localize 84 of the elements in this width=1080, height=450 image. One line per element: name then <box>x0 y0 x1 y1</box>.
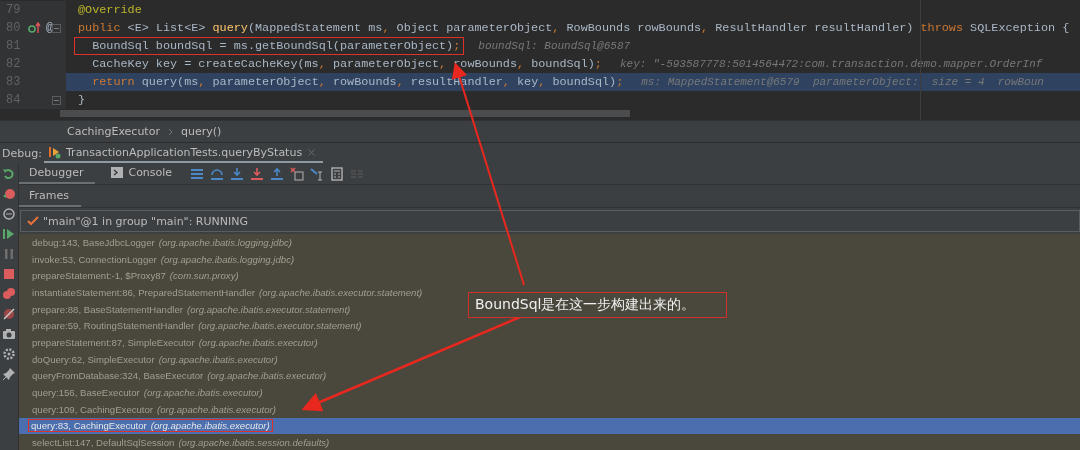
frame-method: selectList:147, DefaultSqlSession <box>32 437 175 449</box>
frame-method: prepare:59, RoutingStatementHandler <box>32 320 195 332</box>
fold-icon[interactable] <box>52 23 61 33</box>
frame-item[interactable]: doQuery:62, SimpleExecutor (org.apache.ibatis.executor) <box>29 352 281 366</box>
close-icon[interactable] <box>306 146 318 158</box>
camera-icon[interactable] <box>2 327 16 341</box>
frame-package: (org.apache.ibatis.executor.statement) <box>258 286 423 298</box>
frame-package: (org.apache.ibatis.executor.statement) <box>198 320 362 332</box>
override-icon[interactable] <box>28 22 42 34</box>
thread-dropdown[interactable]: "main"@1 in group "main": RUNNING <box>20 210 1080 232</box>
frame-item[interactable]: instantiateStatement:86, PreparedStatementHandler (org.apache.ibatis.executor.statement) <box>29 285 426 299</box>
breadcrumb-item[interactable]: CachingExecutor <box>67 125 160 138</box>
frame-package: (org.apache.ibatis.executor) <box>150 420 270 432</box>
fold-icon[interactable] <box>52 95 61 105</box>
frame-method: prepare:88, BaseStatementHandler <box>32 303 183 315</box>
inline-value-hint: boundSql: BoundSql@6587 <box>478 40 631 52</box>
rerun-icon[interactable] <box>2 167 16 181</box>
step-into-icon[interactable] <box>230 166 245 181</box>
frame-item[interactable]: query:109, CachingExecutor (org.apache.ibatis.executor) <box>29 402 279 416</box>
frame-item[interactable]: invoke:53, ConnectionLogger (org.apache.ibatis.logging.jdbc) <box>29 252 298 266</box>
mute-breakpoints-icon[interactable] <box>2 307 16 321</box>
code-line: CacheKey key = createCacheKey(ms, parameterObject, rowBounds, boundSql); <box>91 56 603 73</box>
debug-session-tab[interactable]: TransactionApplicationTests.queryByStatus <box>44 143 324 163</box>
frame-method: query:109, CachingExecutor <box>32 403 154 415</box>
frame-method: prepareStatement:-1, $Proxy87 <box>32 270 166 282</box>
selected-frame-row[interactable]: query:83, CachingExecutor (org.apache.ibatis.executor) <box>19 417 1080 435</box>
frame-package: (org.apache.ibatis.executor) <box>157 403 276 415</box>
frame-item[interactable]: query:156, BaseExecutor (org.apache.ibatis.executor) <box>29 386 266 400</box>
pin-icon[interactable] <box>2 367 16 381</box>
chevron-icon <box>167 127 173 136</box>
menu-icon[interactable] <box>190 166 205 181</box>
frame-item[interactable]: prepare:88, BaseStatementHandler (org.apache.ibatis.executor.statement) <box>29 302 354 316</box>
frame-method: prepareStatement:87, SimpleExecutor <box>32 336 195 348</box>
frame-item[interactable]: query:83, CachingExecutor (org.apache.ibatis.executor) <box>28 419 273 433</box>
frame-item[interactable]: selectList:147, DefaultSqlSession (org.apache.ibatis.session.defaults) <box>29 436 333 450</box>
frame-package: (com.sun.proxy) <box>169 270 239 282</box>
code-line: @Override <box>77 2 143 19</box>
inline-value-hint: ms: MappedStatement@6579 parameterObject: size = 4 rowBoun <box>641 76 1044 88</box>
code-line: } <box>77 92 87 109</box>
run-to-cursor-icon[interactable] <box>310 166 325 181</box>
force-step-into-icon[interactable] <box>250 166 265 181</box>
frame-method: query:156, BaseExecutor <box>32 387 140 399</box>
test-run-icon <box>48 145 62 159</box>
horizontal-scrollbar[interactable] <box>60 110 630 117</box>
frame-item[interactable]: prepareStatement:87, SimpleExecutor (org.apache.ibatis.executor) <box>29 335 321 349</box>
frames-tab[interactable]: Frames <box>19 185 81 207</box>
annotation-callout: BoundSql是在这一步构建出来的。 <box>468 292 727 318</box>
frame-item[interactable]: queryFromDatabase:324, BaseExecutor (org.apache.ibatis.executor) <box>29 369 330 383</box>
breadcrumb-item[interactable]: query() <box>180 125 222 138</box>
settings-icon[interactable] <box>2 347 16 361</box>
restore-icon[interactable] <box>2 207 16 221</box>
breakpoint-icon[interactable] <box>2 187 16 201</box>
frame-method: debug:143, BaseJdbcLogger <box>32 236 155 248</box>
breakpoints-icon[interactable] <box>2 287 16 301</box>
panel-tab[interactable]: Debugger <box>19 163 96 184</box>
debug-label: Debug: <box>1 146 43 160</box>
frame-package: (org.apache.ibatis.executor.statement) <box>186 303 351 315</box>
frame-method: doQuery:62, SimpleExecutor <box>32 353 155 365</box>
stop-icon[interactable] <box>2 267 16 281</box>
frame-package: (org.apache.ibatis.executor) <box>198 336 318 348</box>
step-out-icon[interactable] <box>270 166 285 181</box>
frame-method: instantiateStatement:86, PreparedStatementHandler <box>32 286 255 298</box>
drop-frame-icon[interactable] <box>290 166 305 181</box>
pause-icon[interactable] <box>2 247 16 261</box>
step-over-icon[interactable] <box>210 166 225 181</box>
frame-method: invoke:53, ConnectionLogger <box>32 253 157 265</box>
frame-package: (org.apache.ibatis.executor) <box>158 353 278 365</box>
frame-item[interactable]: debug:143, BaseJdbcLogger (org.apache.ibatis.logging.jdbc) <box>29 235 296 249</box>
frame-package: (org.apache.ibatis.executor) <box>143 387 263 399</box>
frame-package: (org.apache.ibatis.logging.jdbc) <box>158 236 293 248</box>
check-icon <box>27 216 39 226</box>
console-icon <box>111 167 124 178</box>
panel-tab[interactable]: Console <box>101 163 185 184</box>
frame-method: query:83, CachingExecutor <box>31 420 147 432</box>
inline-value-hint: key: "-593587778:5014564472:com.transaction.demo.mapper.OrderInf <box>619 58 1043 70</box>
code-line: public <E> List<E> query(MappedStatement ms, Object parameterObject, RowBounds rowBounds, ResultHandler resultHandler) throws SQLException { <box>77 20 1071 37</box>
frame-package: (org.apache.ibatis.session.defaults) <box>178 437 330 449</box>
frame-package: (org.apache.ibatis.executor) <box>207 370 327 382</box>
frame-item[interactable]: prepareStatement:-1, $Proxy87 (com.sun.proxy) <box>29 269 242 283</box>
frame-method: queryFromDatabase:324, BaseExecutor <box>32 370 204 382</box>
evaluate-icon[interactable] <box>330 166 345 181</box>
frame-package: (org.apache.ibatis.logging.jdbc) <box>160 253 295 265</box>
resume-icon[interactable] <box>2 227 16 241</box>
frame-item[interactable]: prepare:59, RoutingStatementHandler (org.apache.ibatis.executor.statement) <box>29 319 365 333</box>
